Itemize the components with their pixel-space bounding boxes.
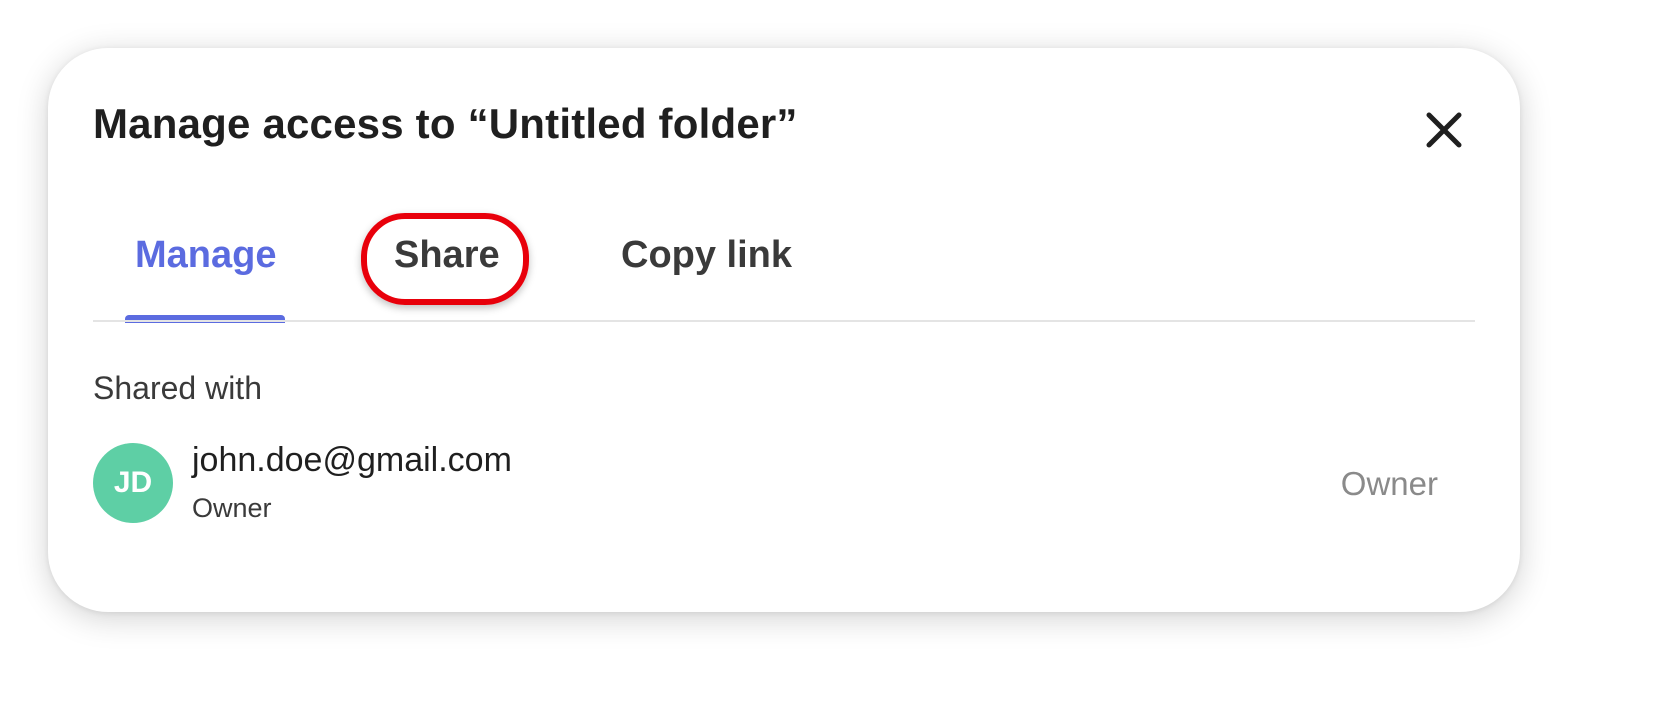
manage-access-dialog: Manage access to “Untitled folder” Manag… (48, 48, 1520, 612)
tab-manage[interactable]: Manage (135, 234, 276, 277)
user-role-subtitle: Owner (192, 493, 272, 523)
user-role-label: Owner (1340, 465, 1438, 502)
tab-divider (93, 320, 1475, 322)
shared-with-label: Shared with (93, 370, 262, 406)
tab-share[interactable]: Share (394, 234, 500, 277)
user-email: john.doe@gmail.com (192, 441, 512, 479)
screen: Manage access to “Untitled folder” Manag… (0, 0, 1665, 702)
tab-bar: Manage Share Copy link (93, 213, 1475, 324)
dialog-title: Manage access to “Untitled folder” (93, 100, 798, 147)
close-icon (1426, 112, 1462, 148)
close-button[interactable] (1422, 108, 1466, 152)
shared-user-row: JD john.doe@gmail.com Owner Owner (93, 441, 1438, 533)
tab-copy-link[interactable]: Copy link (621, 234, 792, 277)
avatar: JD (93, 443, 173, 523)
